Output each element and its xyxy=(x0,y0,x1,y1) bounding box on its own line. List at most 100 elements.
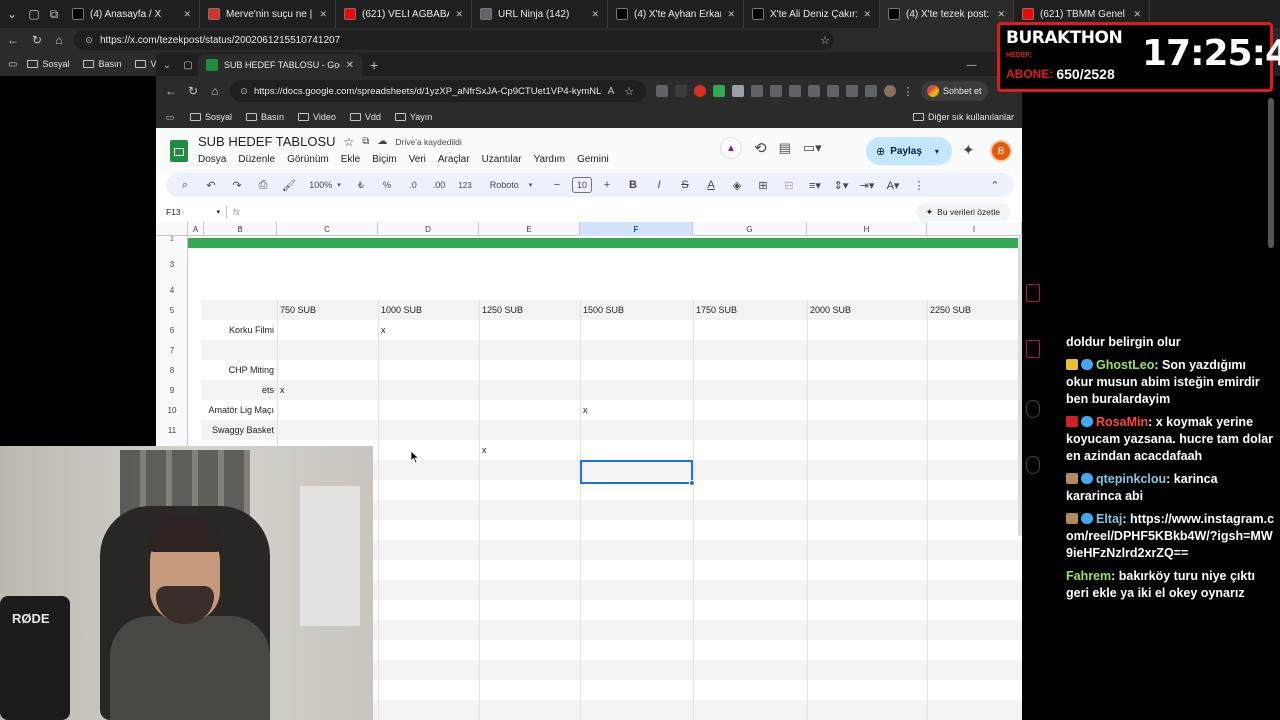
text-color-icon[interactable]: A xyxy=(700,173,722,197)
row-header-7[interactable]: 7 xyxy=(156,340,188,360)
sheets-logo-icon[interactable] xyxy=(170,140,188,162)
column-header-g[interactable]: G xyxy=(693,222,807,236)
tab-close-icon[interactable]: ✕ xyxy=(727,9,735,20)
vertical-align-icon[interactable]: ⇕▾ xyxy=(830,173,852,197)
tab-close-icon[interactable]: ✕ xyxy=(997,9,1005,20)
outer-bookmark-2[interactable]: V xyxy=(135,59,157,69)
inner-site-info-icon[interactable]: ⊙ xyxy=(238,82,250,100)
outer-tab[interactable]: X'te Ali Deniz Çakır: "Özgür ✕ xyxy=(744,0,880,28)
row-header-5[interactable]: 5 xyxy=(156,300,188,320)
label-amator-lig-maci[interactable]: Amatör Lig Maçı xyxy=(201,400,274,420)
extension-icon[interactable] xyxy=(732,85,744,97)
gemini-activity-icon[interactable]: ▲ xyxy=(720,137,742,159)
new-tab-icon[interactable]: + xyxy=(370,57,378,73)
other-bookmarks[interactable]: Diğer sık kullanılanlar xyxy=(912,112,1014,122)
outer-tab[interactable]: Merve'nin suçu ne | Nedim ✕ xyxy=(200,0,336,28)
mark-e12[interactable]: x xyxy=(482,440,487,460)
column-header-h[interactable]: H xyxy=(807,222,927,236)
tab-close-icon[interactable]: ✕ xyxy=(183,9,191,20)
tab-close-icon[interactable]: ✕ xyxy=(319,9,327,20)
menu-item-görünüm[interactable]: Görünüm xyxy=(287,154,329,165)
account-avatar[interactable]: B xyxy=(990,140,1012,162)
extension-icon[interactable] xyxy=(751,85,763,97)
fill-color-icon[interactable]: ◈ xyxy=(726,173,748,197)
decrease-decimal-button[interactable]: .0 xyxy=(402,173,424,197)
inner-bookmark-4[interactable]: Yayın xyxy=(394,112,432,122)
extension-icon[interactable] xyxy=(865,85,877,97)
inner-tab-search-icon[interactable]: ⌄ xyxy=(156,56,178,74)
copilot-button[interactable]: Sohbet et xyxy=(921,81,988,101)
selected-cell-f13[interactable] xyxy=(580,460,693,484)
select-all-corner[interactable] xyxy=(156,222,188,236)
mark-d6[interactable]: x xyxy=(381,320,386,340)
inner-bookmark-3[interactable]: Vdd xyxy=(349,112,381,122)
font-size-increase-button[interactable]: + xyxy=(596,173,618,197)
outer-tab[interactable]: (4) X'te Ayhan Erkara: "Türk ✕ xyxy=(608,0,744,28)
summarize-button[interactable]: ✦ Bu verileri özetle xyxy=(915,203,1010,221)
outer-tab[interactable]: (4) X'te tezek post: "https:/ ✕ xyxy=(880,0,1014,28)
label-chp-miting[interactable]: CHP Miting xyxy=(201,360,274,380)
outer-tab[interactable]: (4) Anasayfa / X ✕ xyxy=(64,0,200,28)
column-header-d[interactable]: D xyxy=(378,222,479,236)
menu-item-dosya[interactable]: Dosya xyxy=(198,154,226,165)
extension-icon[interactable] xyxy=(827,85,839,97)
extension-icon[interactable] xyxy=(808,85,820,97)
font-size-input[interactable]: 10 xyxy=(572,177,592,193)
label-ets[interactable]: ets xyxy=(201,380,274,400)
share-dropdown-icon[interactable]: ▾ xyxy=(935,147,939,156)
extension-icon[interactable] xyxy=(694,85,706,97)
inner-home-icon[interactable]: ⌂ xyxy=(206,82,224,100)
site-info-icon[interactable]: ⊙ xyxy=(82,31,96,49)
read-aloud-icon[interactable]: A xyxy=(602,82,620,100)
inner-reload-icon[interactable]: ↻ xyxy=(184,82,202,100)
header-1750[interactable]: 1750 SUB xyxy=(696,300,737,320)
row-header-11[interactable]: 11 xyxy=(156,420,188,440)
borders-icon[interactable]: ⊞ xyxy=(752,173,774,197)
menu-item-düzenle[interactable]: Düzenle xyxy=(238,154,275,165)
reload-icon[interactable]: ↻ xyxy=(28,31,46,49)
inner-active-tab[interactable]: SUB HEDEF TABLOSU - Google E- ✕ xyxy=(198,54,362,76)
formula-input[interactable] xyxy=(240,204,916,220)
rotate-icon[interactable]: A▾ xyxy=(882,173,904,197)
tab-close-icon[interactable]: ✕ xyxy=(1133,9,1141,20)
extension-icon[interactable] xyxy=(656,85,668,97)
redo-icon[interactable]: ↷ xyxy=(226,173,248,197)
side-icon[interactable] xyxy=(1026,340,1040,358)
mark-c9[interactable]: x xyxy=(280,380,285,400)
menu-item-araçlar[interactable]: Araçlar xyxy=(438,154,470,165)
extension-icon[interactable] xyxy=(789,85,801,97)
inner-bookmark-1[interactable]: Basın xyxy=(246,112,284,122)
tab-close-icon[interactable]: ✕ xyxy=(591,9,599,20)
move-icon[interactable]: ⧉ xyxy=(362,136,369,147)
chat-username[interactable]: qtepinkclou xyxy=(1096,472,1166,486)
inner-workspace-icon[interactable]: ▢ xyxy=(178,56,198,74)
outer-bookmark-0[interactable]: Sosyal xyxy=(27,59,69,69)
label-korku-filmi[interactable]: Korku Filmi xyxy=(201,320,274,340)
row-header-10[interactable]: 10 xyxy=(156,400,188,420)
header-1000[interactable]: 1000 SUB xyxy=(381,300,422,320)
comments-icon[interactable]: ▤ xyxy=(779,140,791,156)
column-header-a[interactable]: A xyxy=(188,222,204,236)
extension-icon[interactable] xyxy=(770,85,782,97)
row-header-2[interactable]: 2 xyxy=(156,236,188,244)
paint-format-icon[interactable]: 🖌 xyxy=(278,173,300,197)
header-750[interactable]: 750 SUB xyxy=(280,300,316,320)
header-2000[interactable]: 2000 SUB xyxy=(810,300,851,320)
extension-icon[interactable] xyxy=(846,85,858,97)
side-icon[interactable] xyxy=(1026,284,1040,302)
tab-actions-icon[interactable]: ⧉ xyxy=(44,5,64,23)
outer-bookmark-1[interactable]: Basın xyxy=(83,59,121,69)
column-header-e[interactable]: E xyxy=(479,222,580,236)
inner-star-icon[interactable]: ☆ xyxy=(620,82,638,100)
chat-username[interactable]: GhostLeo xyxy=(1096,358,1154,372)
bold-icon[interactable]: B xyxy=(622,173,644,197)
side-icon[interactable] xyxy=(1026,456,1040,474)
tab-close-icon[interactable]: ✕ xyxy=(863,9,871,20)
outer-star-icon[interactable]: ☆ xyxy=(816,31,834,49)
inner-sidebar-toggle-icon[interactable]: ▭ xyxy=(164,108,176,126)
header-2250[interactable]: 2250 SUB xyxy=(930,300,971,320)
menu-item-uzantılar[interactable]: Uzantılar xyxy=(482,154,522,165)
inner-profile-avatar[interactable] xyxy=(884,85,896,97)
font-size-decrease-button[interactable]: − xyxy=(546,173,568,197)
wrap-icon[interactable]: ⇥▾ xyxy=(856,173,878,197)
